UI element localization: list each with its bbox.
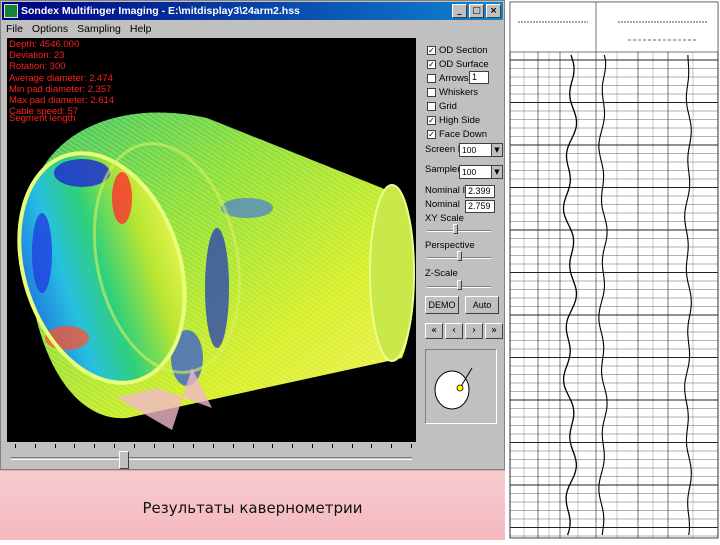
first-button[interactable]: « [425,323,443,339]
slider-tick [34,444,36,448]
slider-tick [391,444,393,448]
z-scale-thumb[interactable] [457,280,462,290]
check-icon: ✓ [427,59,436,69]
checkbox-face-down[interactable]: ✓ Face Down [427,128,487,140]
menu-bar: File Options Sampling Help [2,21,503,37]
title-bar: Sondex Multifinger Imaging - E:\mitdispl… [2,2,503,20]
caption-panel: Результаты кавернометрии [0,470,505,540]
next-button[interactable]: › [465,323,483,339]
slider-tick [371,444,373,448]
menu-options[interactable]: Options [32,23,68,35]
perspective-slider[interactable] [427,251,491,262]
checkbox-od-surface[interactable]: ✓ OD Surface [427,58,489,70]
slider-tick [114,444,115,448]
chevron-down-icon: ▼ [491,144,502,156]
caliper-well-log [508,0,720,540]
nominal-label: Nominal [425,199,460,210]
maximize-button[interactable]: □ [469,4,484,18]
xy-scale-slider[interactable] [427,224,491,235]
pipe-3d-view[interactable]: Depth: 4546.000 Deviation: 23 Rotation: … [7,38,416,442]
checkbox-od-section[interactable]: ✓ OD Section [427,44,488,56]
sampler-value: 100 [462,167,477,177]
depth-readout: Depth: 4546.000 [9,39,80,50]
window-title: Sondex Multifinger Imaging - E:\mitdispl… [21,5,300,17]
slider-tick [15,444,16,448]
slider-tick [312,444,313,448]
slider-tick [153,444,155,448]
xy-scale-thumb[interactable] [453,224,458,234]
slider-tick [74,444,76,448]
arrows-value-field[interactable]: 1 [469,71,489,84]
deviation-readout: Deviation: 23 [9,50,65,62]
menu-sampling[interactable]: Sampling [77,23,121,35]
checkbox-label: OD Section [439,44,488,56]
slider-tick [213,444,214,448]
checkbox-label: Arrows [439,72,469,84]
slider-tick [331,444,333,448]
depth-slider-thumb[interactable] [119,451,129,469]
caption-text: Результаты кавернометрии [142,499,363,517]
menu-file[interactable]: File [6,23,23,35]
sampler-select[interactable]: 100 ▼ [459,165,503,179]
slider-tick [411,444,412,448]
minimize-button[interactable]: _ [452,4,467,18]
slider-tick [94,444,96,448]
well-log-image [509,1,719,539]
checkbox-arrows[interactable]: Arrows [427,72,469,84]
depth-slider[interactable] [7,442,416,469]
slider-tick [232,444,234,448]
checkbox-high-side[interactable]: ✓ High Side [427,114,480,126]
checkbox-label: Whiskers [439,86,479,98]
checkbox-grid[interactable]: Grid [427,100,457,112]
chevron-down-icon: ▼ [491,166,502,178]
info-overlay: Depth: 4546.000 Deviation: 23 Rotation: … [9,39,114,117]
nominal-field[interactable]: 2.759 [465,200,495,213]
app-window: Sondex Multifinger Imaging - E:\mitdispl… [0,0,505,470]
checkbox-label: Grid [439,100,457,112]
control-panel: ✓ OD Section ✓ OD Surface Arrows 1 Whisk… [421,38,503,442]
slider-tick [272,444,274,448]
orientation-dial[interactable] [425,349,497,424]
slider-tick [351,444,353,448]
auto-button[interactable]: Auto [465,296,499,314]
z-scale-slider[interactable] [427,280,491,291]
check-icon: ✓ [427,115,436,125]
orientation-dial-icon [434,367,473,410]
slider-tick [54,444,56,448]
z-scale-label: Z-Scale [425,268,458,279]
menu-help[interactable]: Help [130,23,152,35]
perspective-thumb[interactable] [457,251,462,261]
checkbox-whiskers[interactable]: Whiskers [427,86,478,98]
previous-button[interactable]: ‹ [445,323,463,339]
slider-tick [193,444,195,448]
slider-tick [173,444,175,448]
perspective-label: Perspective [425,240,475,251]
demo-button[interactable]: DEMO [425,296,459,314]
slider-tick [133,444,135,448]
xy-scale-label: XY Scale [425,213,464,224]
average-diameter-readout: Average diameter: 2.474 [9,72,113,84]
screen-res-value: 100 [462,145,477,155]
depth-slider-track [11,457,412,460]
checkbox-label: Face Down [439,128,488,140]
screen-res-select[interactable]: 100 ▼ [459,143,503,157]
close-button[interactable]: × [486,4,501,18]
min-diameter-readout: Min pad diameter: 2.357 [9,83,112,95]
rotation-readout: Rotation: 300 [9,61,66,73]
check-icon: ✓ [427,129,436,139]
checkbox-label: OD Surface [439,58,489,70]
checkbox-label: High Side [439,114,481,126]
slider-tick [292,444,294,448]
sampler-label: Sampler [425,164,461,175]
last-button[interactable]: » [485,323,503,339]
nominal-id-field[interactable]: 2.399 [465,185,495,198]
segment-length-label: Segment length [9,113,76,124]
slider-tick [252,444,254,448]
check-icon: ✓ [427,45,436,55]
max-diameter-readout: Max pad diameter: 2.614 [9,95,115,107]
app-icon [4,4,18,18]
